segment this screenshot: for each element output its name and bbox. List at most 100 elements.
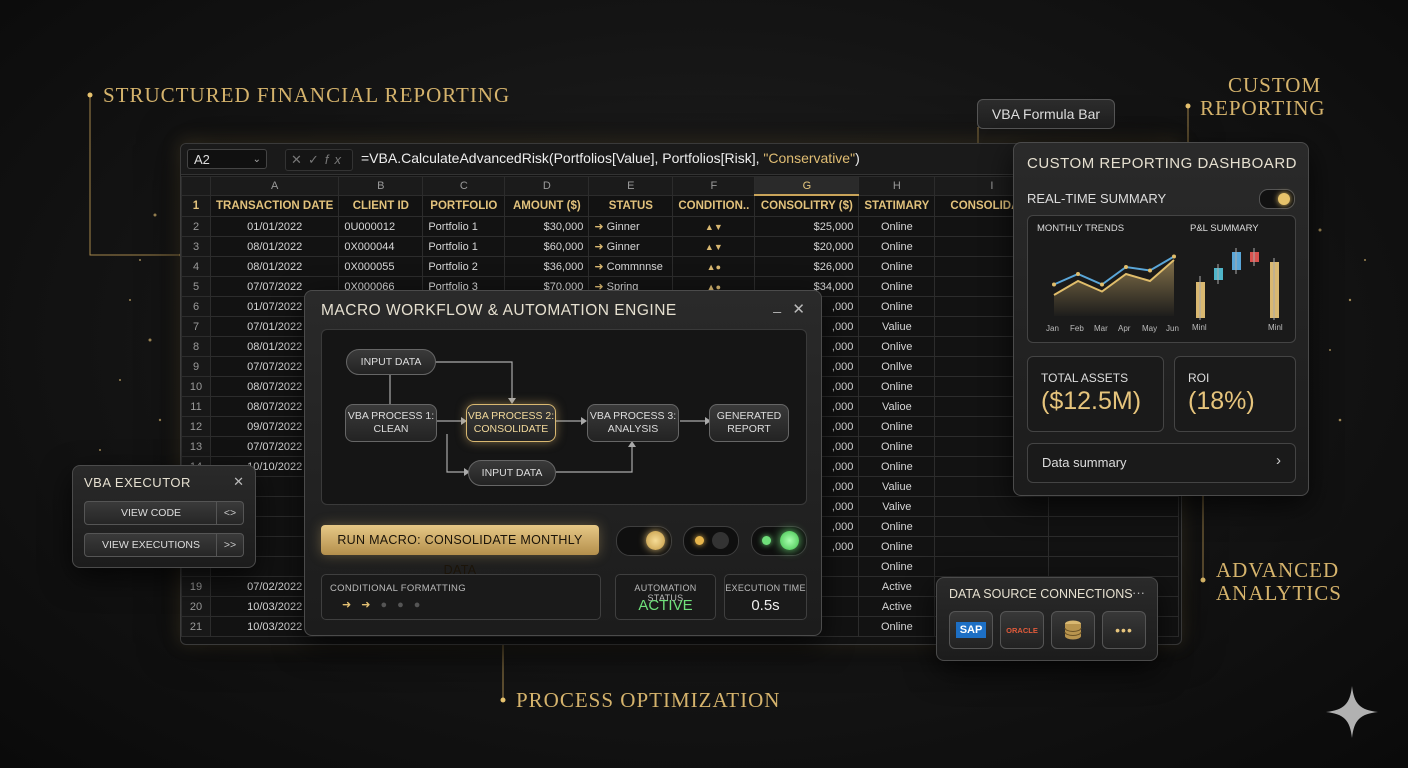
cell-stat[interactable]: Valiue — [858, 316, 936, 337]
column-title[interactable]: TRANSACTION DATE — [209, 194, 340, 217]
cell-portfolio[interactable]: Portfolio 1 — [422, 236, 506, 257]
row-number[interactable]: 4 — [181, 256, 211, 277]
cell-stat[interactable]: Online — [858, 376, 936, 397]
row-number[interactable]: 9 — [181, 356, 211, 377]
row-number[interactable]: 5 — [181, 276, 211, 297]
cell-date[interactable]: 08/01/2022 — [209, 256, 340, 277]
cell-stat[interactable]: Online — [858, 556, 936, 577]
node-vba-process-clean[interactable]: VBA PROCESS 1: CLEAN — [345, 404, 437, 442]
realtime-toggle[interactable] — [1259, 189, 1295, 209]
cell-stat[interactable]: Online — [858, 416, 936, 437]
more-options-icon[interactable]: ··· — [1132, 585, 1145, 600]
more-sources-button[interactable]: ••• — [1102, 611, 1146, 649]
cell-date[interactable]: 08/01/2022 — [209, 236, 340, 257]
cell-client[interactable]: 0X000055 — [338, 256, 424, 277]
view-executions-button[interactable]: VIEW EXECUTIONS >> — [84, 533, 244, 557]
node-vba-process-consolidate[interactable]: VBA PROCESS 2: CONSOLIDATE — [466, 404, 556, 442]
cell[interactable] — [1048, 516, 1180, 537]
row-number[interactable]: 19 — [181, 576, 211, 597]
cell-stat[interactable]: Valiue — [858, 476, 936, 497]
cell-cond[interactable]: ▲▼ — [672, 236, 756, 257]
sap-connection[interactable]: SAP — [949, 611, 993, 649]
cell-stat[interactable]: Online — [858, 616, 936, 637]
row-number[interactable]: 10 — [181, 376, 211, 397]
cell[interactable] — [1048, 556, 1180, 577]
cell-stat[interactable]: Online — [858, 256, 936, 277]
minimize-icon[interactable]: _ — [773, 297, 781, 313]
cell-client[interactable]: 0U000012 — [338, 216, 424, 237]
fx-icon[interactable]: fx — [325, 152, 347, 167]
cell-consol[interactable]: $26,000 — [754, 256, 860, 277]
column-header-c[interactable]: C — [422, 176, 506, 196]
run-macro-button[interactable]: RUN MACRO: CONSOLIDATE MONTHLY DATA — [321, 525, 599, 577]
column-header-h[interactable]: H — [858, 176, 936, 196]
row-number[interactable]: 20 — [181, 596, 211, 617]
column-title[interactable]: PORTFOLIO — [422, 194, 506, 217]
row-number[interactable]: 8 — [181, 336, 211, 357]
row-number[interactable]: 11 — [181, 396, 211, 417]
cell-stat[interactable]: Onllve — [858, 356, 936, 377]
cell-stat[interactable]: Active — [858, 596, 936, 617]
cell-status[interactable]: ➜ Commnnse — [588, 256, 674, 277]
column-header-e[interactable]: E — [588, 176, 674, 196]
cell-portfolio[interactable]: Portfolio 2 — [422, 256, 506, 277]
cell-stat[interactable]: Online — [858, 236, 936, 257]
cell-stat[interactable]: Online — [858, 456, 936, 477]
cell-stat[interactable]: Online — [858, 516, 936, 537]
cell-stat[interactable]: Online — [858, 296, 936, 317]
cell-cond[interactable]: ▲● — [672, 256, 756, 277]
row-number[interactable]: 7 — [181, 316, 211, 337]
toggle-switch-1[interactable] — [616, 526, 672, 556]
column-title[interactable]: CLIENT ID — [338, 194, 424, 217]
node-input-data-bottom[interactable]: INPUT DATA — [468, 460, 556, 486]
column-title[interactable]: STATIMARY — [858, 194, 936, 217]
row-number[interactable]: 3 — [181, 236, 211, 257]
toggle-switch-green[interactable] — [751, 526, 807, 556]
cell-amount[interactable]: $36,000 — [504, 256, 590, 277]
column-header-g[interactable]: G — [754, 176, 860, 196]
cell[interactable] — [934, 556, 1050, 577]
cell-stat[interactable]: Online — [858, 536, 936, 557]
column-header-b[interactable]: B — [338, 176, 424, 196]
column-title[interactable]: CONSOLITRY ($) — [754, 194, 860, 217]
cell-status[interactable]: ➜ Ginner — [588, 216, 674, 237]
cancel-icon[interactable]: ✕ — [291, 152, 308, 167]
cell[interactable] — [934, 536, 1050, 557]
row-number[interactable]: 6 — [181, 296, 211, 317]
column-title[interactable]: CONDITION.. — [672, 194, 756, 217]
check-icon[interactable]: ✓ — [308, 152, 325, 167]
column-header-a[interactable]: A — [209, 176, 340, 196]
cell[interactable] — [934, 516, 1050, 537]
node-generated-report[interactable]: GENERATED REPORT — [709, 404, 789, 442]
cell-stat[interactable]: Valive — [858, 496, 936, 517]
column-title[interactable]: AMOUNT ($) — [504, 194, 590, 217]
data-summary-row[interactable]: Data summary › — [1027, 443, 1296, 483]
node-input-data-top[interactable]: INPUT DATA — [346, 349, 436, 375]
close-icon[interactable]: ✕ — [233, 474, 244, 490]
cell-date[interactable]: 01/01/2022 — [209, 216, 340, 237]
row-number[interactable]: 21 — [181, 616, 211, 637]
column-title[interactable]: STATUS — [588, 194, 674, 217]
database-connection[interactable] — [1051, 611, 1095, 649]
row-number[interactable]: 2 — [181, 216, 211, 237]
cell-stat[interactable]: Onlive — [858, 336, 936, 357]
cell[interactable] — [1048, 536, 1180, 557]
row-number[interactable]: 1 — [181, 194, 211, 217]
oracle-connection[interactable]: ORACLE — [1000, 611, 1044, 649]
select-all-corner[interactable] — [181, 176, 211, 196]
cell[interactable] — [934, 496, 1050, 517]
node-vba-process-analysis[interactable]: VBA PROCESS 3: ANALYSIS — [587, 404, 679, 442]
cell-stat[interactable]: Online — [858, 276, 936, 297]
cell-amount[interactable]: $30,000 — [504, 216, 590, 237]
cell-portfolio[interactable]: Portfolio 1 — [422, 216, 506, 237]
cell-consol[interactable]: $20,000 — [754, 236, 860, 257]
cell-stat[interactable]: Online — [858, 436, 936, 457]
cell-consol[interactable]: $25,000 — [754, 216, 860, 237]
cell-stat[interactable]: Active — [858, 576, 936, 597]
cell-amount[interactable]: $60,000 — [504, 236, 590, 257]
name-box[interactable]: A2 ⌄ — [187, 149, 267, 169]
formula-input[interactable]: =VBA.CalculateAdvancedRisk(Portfolios[Va… — [361, 150, 860, 166]
cell-status[interactable]: ➜ Ginner — [588, 236, 674, 257]
row-number[interactable]: 12 — [181, 416, 211, 437]
column-header-d[interactable]: D — [504, 176, 590, 196]
